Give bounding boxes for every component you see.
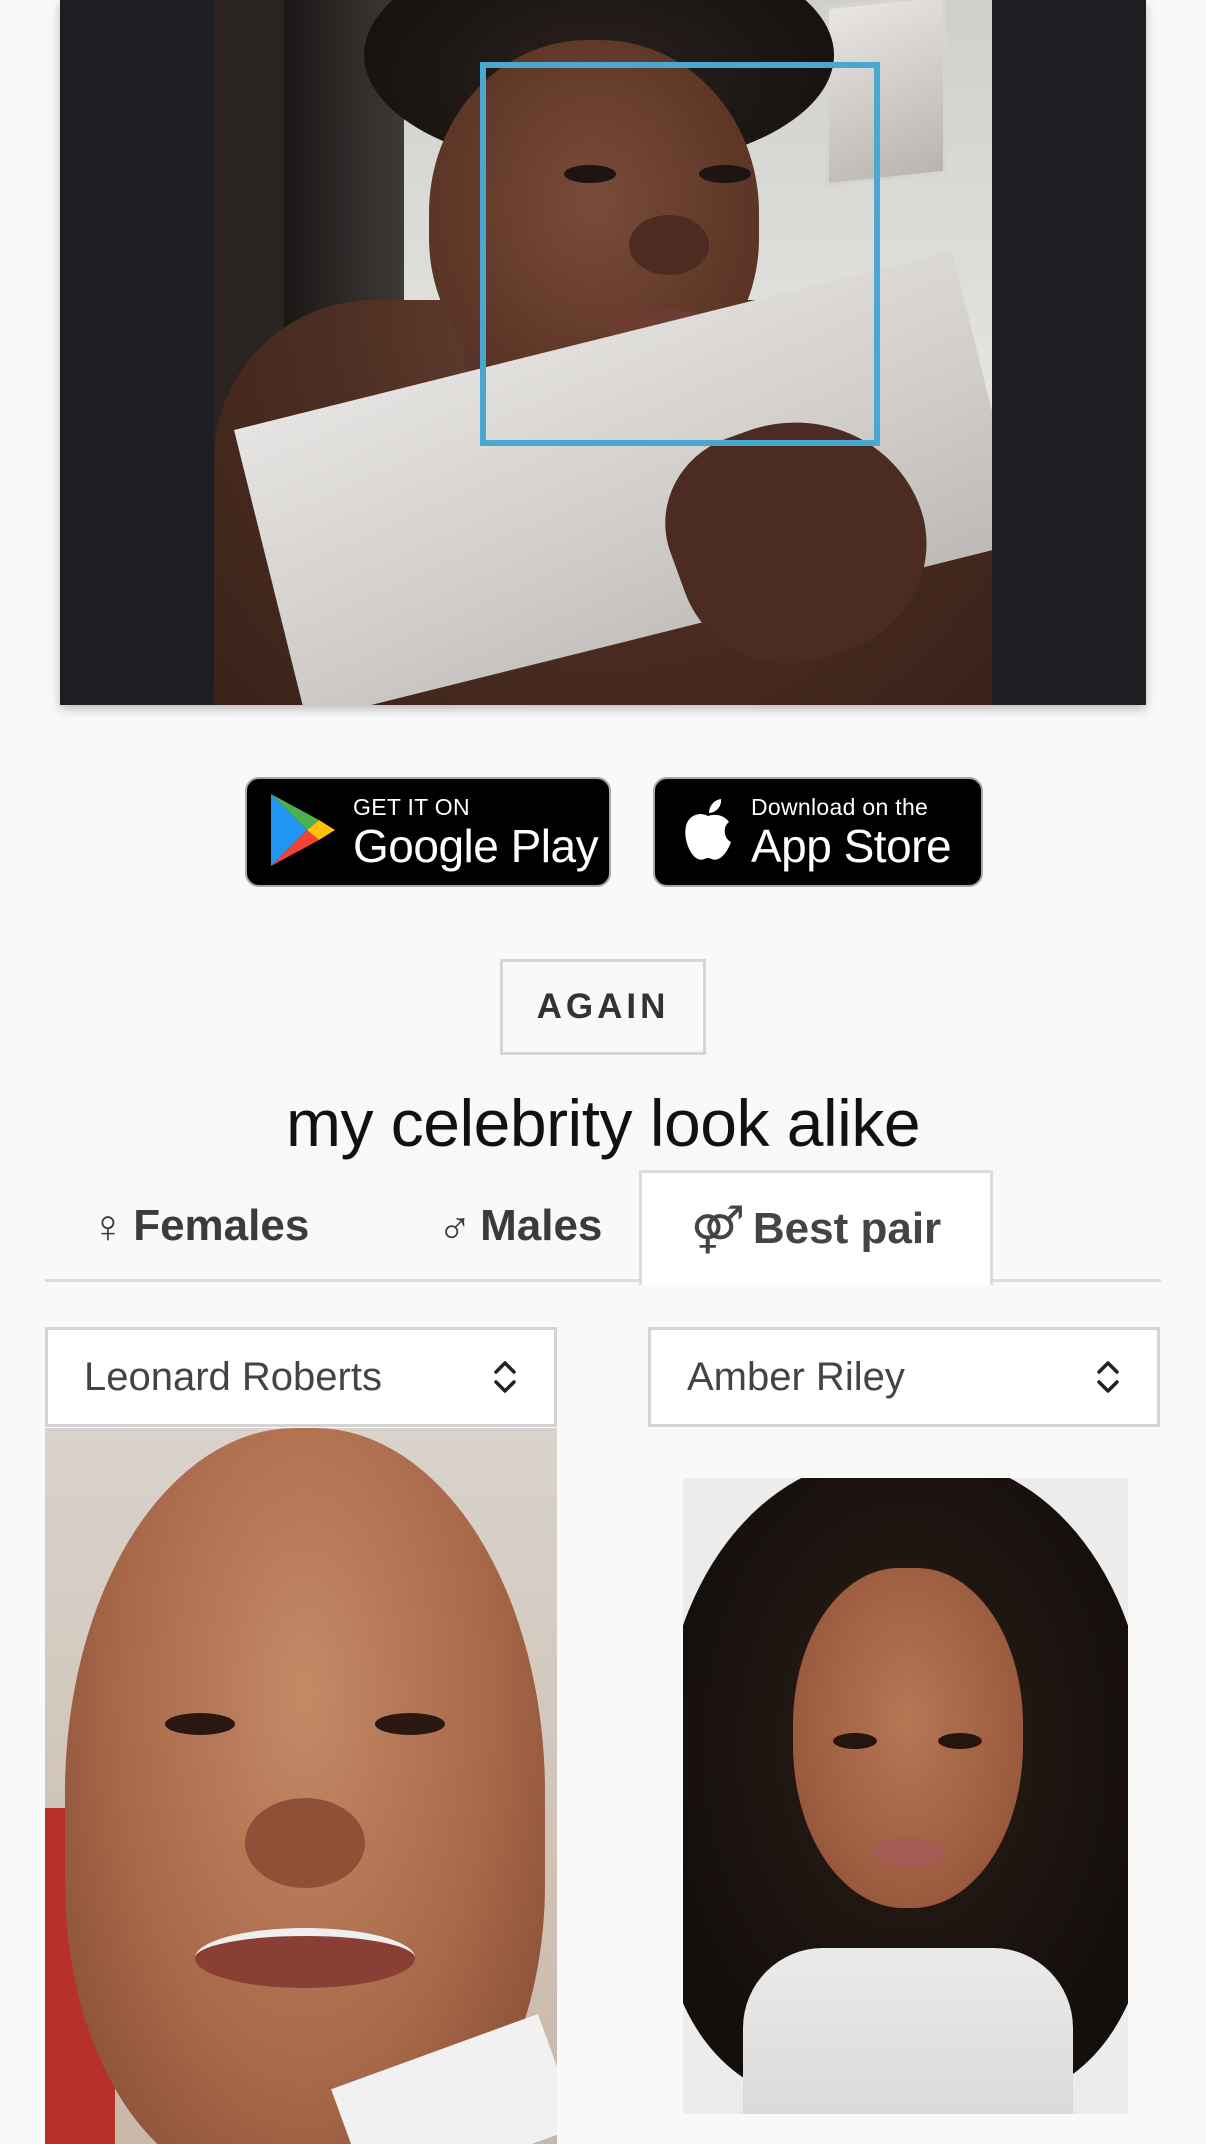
app-store-badge[interactable]: Download on the App Store — [653, 777, 983, 887]
tab-bar: ♀ Females ♂ Males ⚤ Best pair — [45, 1170, 1161, 1285]
male-celebrity-photo — [45, 1428, 557, 2144]
male-celebrity-select[interactable]: Leonard Roberts — [45, 1327, 557, 1427]
celebrity-eye-left — [833, 1733, 877, 1749]
male-celebrity-select-value: Leonard Roberts — [84, 1354, 382, 1399]
celebrity-sweater — [743, 1948, 1073, 2114]
celebrity-nose — [245, 1798, 365, 1888]
tab-males[interactable]: ♂ Males — [405, 1170, 635, 1282]
celebrity-eye-left — [165, 1713, 235, 1735]
google-play-small-text: GET IT ON — [353, 793, 470, 820]
app-store-big-text: App Store — [751, 819, 952, 872]
tab-best-pair-label: Best pair — [752, 1204, 942, 1253]
page: GET IT ON Google Play Download on the Ap… — [0, 0, 1206, 2144]
male-icon: ♂ — [437, 1200, 473, 1252]
celebrity-mouth — [195, 1928, 415, 1988]
google-play-badge[interactable]: GET IT ON Google Play — [245, 777, 611, 887]
celebrity-eye-right — [375, 1713, 445, 1735]
select-arrows-icon — [1097, 1361, 1119, 1393]
uploaded-photo-frame — [60, 0, 1146, 705]
female-celebrity-select[interactable]: Amber Riley — [648, 1327, 1160, 1427]
female-icon: ♀ — [90, 1200, 126, 1252]
tab-males-label: Males — [480, 1201, 603, 1250]
apple-icon — [681, 798, 735, 867]
app-store-small-text: Download on the — [751, 793, 929, 820]
female-celebrity-photo — [683, 1478, 1128, 2114]
tab-females-label: Females — [133, 1201, 310, 1250]
page-title: my celebrity look alike — [285, 1086, 921, 1160]
pair-icon: ⚤ — [690, 1203, 745, 1255]
select-arrows-icon — [494, 1361, 516, 1393]
google-play-big-text: Google Play — [353, 819, 599, 872]
celebrity-lips — [873, 1838, 945, 1868]
female-celebrity-select-value: Amber Riley — [687, 1354, 905, 1399]
celebrity-eye-right — [938, 1733, 982, 1749]
again-button[interactable]: AGAIN — [500, 959, 706, 1055]
google-play-icon — [269, 792, 337, 873]
tab-best-pair[interactable]: ⚤ Best pair — [639, 1170, 993, 1285]
face-detection-box — [480, 62, 880, 446]
tab-females[interactable]: ♀ Females — [45, 1170, 355, 1282]
